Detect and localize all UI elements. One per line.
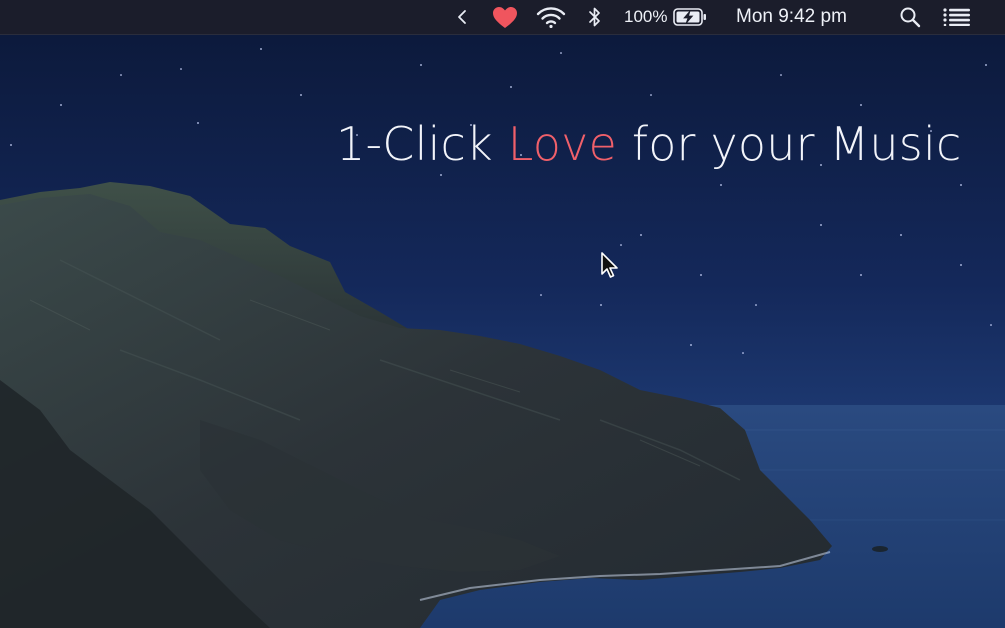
notification-center-icon[interactable]	[940, 0, 974, 34]
heart-icon[interactable]	[490, 0, 520, 34]
battery-percent: 100%	[624, 7, 668, 26]
wifi-icon[interactable]	[533, 0, 569, 34]
search-icon[interactable]	[897, 0, 923, 34]
coastal-cliffs-wallpaper	[0, 182, 1005, 628]
headline-suffix: for your Music	[617, 117, 962, 171]
mouse-cursor-icon	[601, 252, 618, 278]
clock[interactable]: Mon 9:42 pm	[736, 0, 872, 34]
chevron-left-icon[interactable]	[452, 0, 472, 34]
headline-prefix: 1-Click	[336, 117, 508, 171]
bluetooth-icon[interactable]	[585, 0, 605, 34]
battery-charging-icon	[673, 8, 707, 26]
menu-bar: 100% Mon 9:42 pm	[0, 0, 1005, 35]
desktop: 1-Click Love for your Music 100% Mon 9:4…	[0, 0, 1005, 628]
headline: 1-Click Love for your Music	[336, 112, 961, 176]
battery-status[interactable]: 100%	[624, 0, 714, 34]
headline-love: Love	[507, 117, 617, 171]
